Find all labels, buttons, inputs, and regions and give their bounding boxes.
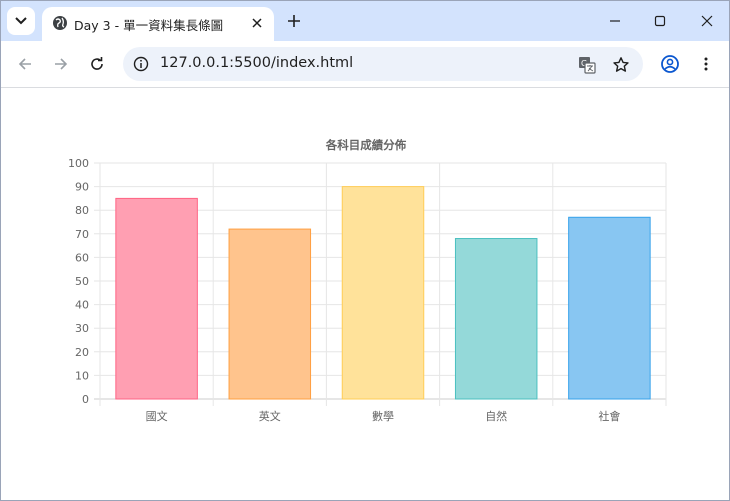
y-tick-label: 100 (68, 157, 89, 170)
browser-window: Day 3 - 單一資料集長條圖 127.0.0.1:5500/index.ht… (0, 0, 730, 501)
translate-icon[interactable]: G (577, 55, 597, 75)
x-tick-label: 國文 (146, 409, 168, 423)
tab-title: Day 3 - 單一資料集長條圖 (74, 18, 224, 33)
x-tick-label: 社會 (598, 409, 620, 423)
globe-icon (52, 15, 68, 31)
bar-0 (115, 197, 198, 400)
close-icon[interactable] (248, 14, 266, 32)
site-info-icon[interactable] (131, 54, 151, 74)
bar-2 (341, 186, 425, 400)
y-tick-label: 0 (82, 393, 89, 406)
close-window-icon[interactable] (695, 9, 719, 33)
y-tick-label: 50 (75, 275, 89, 288)
y-tick-label: 30 (75, 322, 89, 335)
star-icon[interactable] (611, 55, 631, 75)
y-tick-label: 60 (75, 251, 89, 264)
bar-4 (568, 216, 651, 400)
forward-icon[interactable] (50, 53, 72, 75)
menu-icon[interactable] (695, 53, 717, 75)
tab-strip: Day 3 - 單一資料集長條圖 (1, 1, 729, 41)
chart-title: 各科目成績分佈 (325, 138, 407, 152)
browser-toolbar: 127.0.0.1:5500/index.html G (1, 41, 729, 88)
x-tick-label: 自然 (485, 409, 507, 423)
reload-icon[interactable] (86, 53, 108, 75)
y-tick-label: 90 (75, 181, 89, 194)
y-tick-label: 20 (75, 346, 89, 359)
x-tick-label: 英文 (259, 409, 281, 423)
bar-1 (228, 228, 312, 400)
bar-3 (454, 238, 538, 400)
url-text[interactable]: 127.0.0.1:5500/index.html (160, 55, 353, 71)
y-tick-label: 70 (75, 228, 89, 241)
tab-active[interactable]: Day 3 - 單一資料集長條圖 (42, 7, 274, 41)
y-tick-label: 10 (75, 369, 89, 382)
minimize-icon[interactable] (603, 9, 627, 33)
profile-icon[interactable] (659, 53, 681, 75)
maximize-icon[interactable] (648, 9, 672, 33)
bar-chart: 各科目成績分佈 0 10 20 30 40 50 60 70 80 90 100 國文 英文 數學 自然 社會 (68, 138, 667, 423)
back-icon[interactable] (14, 53, 36, 75)
x-tick-label: 數學 (372, 410, 394, 423)
y-tick-label: 80 (75, 204, 89, 217)
address-bar[interactable]: 127.0.0.1:5500/index.html G (123, 47, 643, 81)
y-tick-label: 40 (75, 299, 89, 312)
plus-icon[interactable] (284, 11, 304, 31)
page-content: 各科目成績分佈 0 10 20 30 40 50 60 70 80 90 100 國文 英文 數學 自然 社會 (1, 88, 729, 500)
tab-search-icon[interactable] (7, 7, 35, 35)
